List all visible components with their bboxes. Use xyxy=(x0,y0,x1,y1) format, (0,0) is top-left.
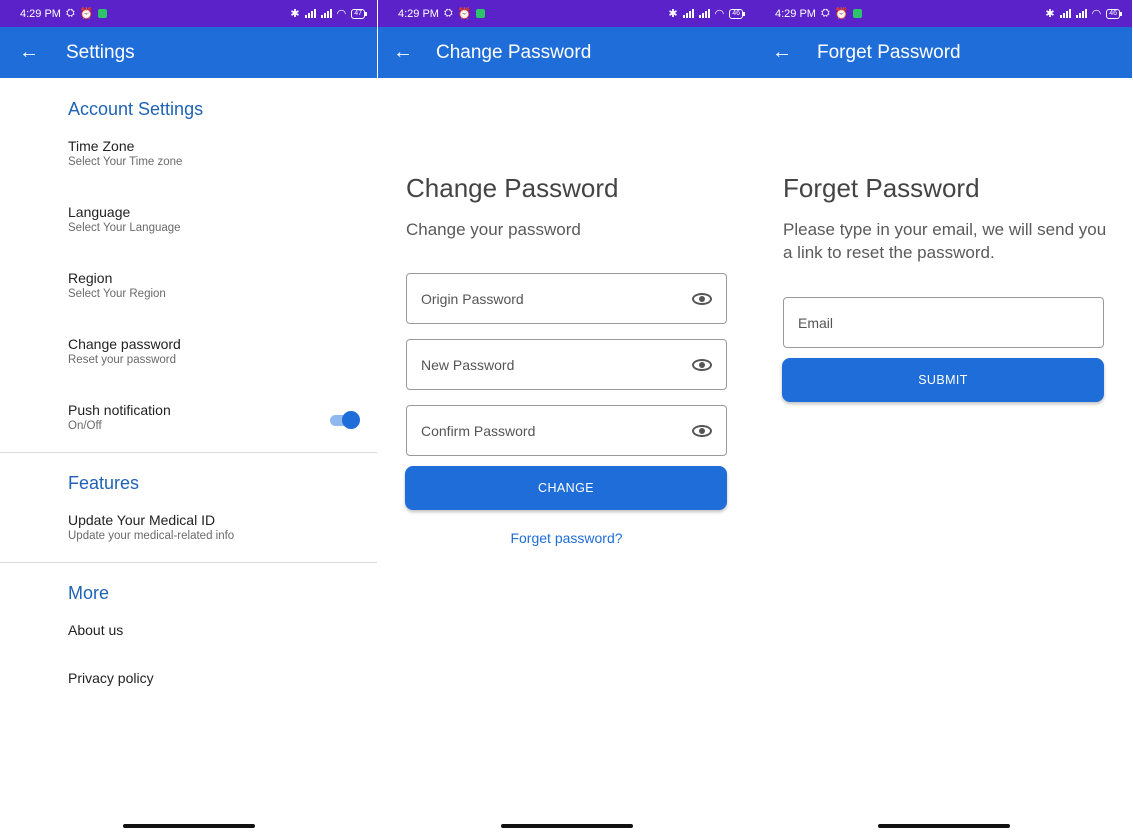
divider xyxy=(0,562,377,563)
arrow-left-icon[interactable]: ← xyxy=(0,41,54,64)
setting-title: Push notification xyxy=(68,402,171,418)
signal-icon xyxy=(304,9,316,18)
eye-icon[interactable] xyxy=(692,358,712,371)
home-indicator[interactable] xyxy=(122,824,255,828)
setting-item-about-us[interactable]: About us xyxy=(68,622,368,638)
eye-icon[interactable] xyxy=(692,424,712,437)
signal-icon xyxy=(1059,9,1071,18)
wifi-icon: ◠ xyxy=(714,8,725,20)
forget-password-link[interactable]: Forget password? xyxy=(378,530,755,546)
change-button[interactable]: CHANGE xyxy=(405,466,727,510)
wifi-icon: ◠ xyxy=(1091,8,1102,20)
setting-subtitle: Select Your Time zone xyxy=(68,156,183,168)
submit-button[interactable]: SUBMIT xyxy=(782,358,1104,402)
form-heading: Forget Password xyxy=(783,173,980,203)
setting-title: Change password xyxy=(68,336,181,352)
status-bar: 4:29 PM ⛭ ⏰ ✱ ◠ 46 xyxy=(755,0,1132,27)
origin-password-field[interactable]: Origin Password xyxy=(406,273,727,324)
field-label: Origin Password xyxy=(421,290,524,307)
setting-item-medical-id[interactable]: Update Your Medical ID Update your medic… xyxy=(68,512,368,542)
arrow-left-icon[interactable]: ← xyxy=(378,41,424,64)
form-description: Please type in your email, we will send … xyxy=(783,220,1107,262)
section-title-more: More xyxy=(68,583,110,603)
setting-subtitle: Select Your Language xyxy=(68,222,181,234)
form-subheading: Change your password xyxy=(406,220,581,239)
battery-icon: 46 xyxy=(729,8,745,19)
bluetooth-icon: ✱ xyxy=(1045,8,1055,20)
setting-title: Time Zone xyxy=(68,138,135,154)
status-time: 4:29 PM xyxy=(20,7,61,20)
setting-item-privacy-policy[interactable]: Privacy policy xyxy=(68,670,368,686)
signal-icon xyxy=(1075,9,1087,18)
sync-icon: ⛭ xyxy=(820,7,830,19)
setting-title: Language xyxy=(68,204,131,220)
battery-icon: 46 xyxy=(1106,8,1122,19)
notification-icon xyxy=(853,9,863,18)
signal-icon xyxy=(682,9,694,18)
arrow-left-icon[interactable]: ← xyxy=(755,41,805,64)
app-bar: ← Change Password xyxy=(378,27,755,78)
setting-title: Update Your Medical ID xyxy=(68,512,216,528)
sync-icon: ⛭ xyxy=(65,7,75,19)
settings-screen: 4:29 PM ⛭ ⏰ ✱ ◠ 47 ← Settings Account Se… xyxy=(0,0,377,832)
forget-password-screen: 4:29 PM ⛭ ⏰ ✱ ◠ 46 ← Forget Password For… xyxy=(755,0,1132,832)
app-bar: ← Settings xyxy=(0,27,377,78)
page-title: Change Password xyxy=(436,41,592,63)
setting-item-change-password[interactable]: Change password Reset your password xyxy=(68,336,368,366)
change-password-screen: 4:29 PM ⛭ ⏰ ✱ ◠ 46 ← Change Password Cha… xyxy=(378,0,755,832)
wifi-icon: ◠ xyxy=(336,8,347,20)
status-time: 4:29 PM xyxy=(398,7,439,20)
alarm-icon: ⏰ xyxy=(834,8,849,20)
form-heading: Change Password xyxy=(406,173,619,203)
alarm-icon: ⏰ xyxy=(457,8,472,20)
notification-icon xyxy=(476,9,486,18)
setting-subtitle: Update your medical-related info xyxy=(68,530,235,542)
status-time: 4:29 PM xyxy=(775,7,816,20)
notification-icon xyxy=(98,9,108,18)
status-bar: 4:29 PM ⛭ ⏰ ✱ ◠ 47 xyxy=(0,0,377,27)
setting-subtitle: On/Off xyxy=(68,420,102,432)
setting-subtitle: Reset your password xyxy=(68,354,177,366)
section-title-account: Account Settings xyxy=(68,99,204,119)
page-title: Forget Password xyxy=(817,41,961,63)
setting-subtitle: Select Your Region xyxy=(68,288,166,300)
section-title-features: Features xyxy=(68,473,140,493)
setting-title: Privacy policy xyxy=(68,670,154,686)
alarm-icon: ⏰ xyxy=(79,8,94,20)
setting-item-push-notification[interactable]: Push notification On/Off xyxy=(68,402,318,432)
field-label: Confirm Password xyxy=(421,422,536,439)
setting-item-time-zone[interactable]: Time Zone Select Your Time zone xyxy=(68,138,368,168)
setting-item-region[interactable]: Region Select Your Region xyxy=(68,270,368,300)
app-bar: ← Forget Password xyxy=(755,27,1132,78)
toggle-thumb xyxy=(342,411,360,429)
signal-icon xyxy=(320,9,332,18)
eye-icon[interactable] xyxy=(692,292,712,305)
setting-title: Region xyxy=(68,270,113,286)
field-label: New Password xyxy=(421,356,515,373)
home-indicator[interactable] xyxy=(877,824,1010,828)
email-field[interactable]: Email xyxy=(783,297,1104,348)
sync-icon: ⛭ xyxy=(443,7,453,19)
bluetooth-icon: ✱ xyxy=(290,8,300,20)
bluetooth-icon: ✱ xyxy=(668,8,678,20)
battery-icon: 47 xyxy=(351,8,367,19)
status-bar: 4:29 PM ⛭ ⏰ ✱ ◠ 46 xyxy=(378,0,755,27)
push-notification-toggle[interactable] xyxy=(330,410,360,430)
setting-title: About us xyxy=(68,622,124,638)
field-label: Email xyxy=(798,314,834,331)
divider xyxy=(0,452,377,453)
confirm-password-field[interactable]: Confirm Password xyxy=(406,405,727,456)
page-title: Settings xyxy=(66,41,135,63)
signal-icon xyxy=(698,9,710,18)
new-password-field[interactable]: New Password xyxy=(406,339,727,390)
setting-item-language[interactable]: Language Select Your Language xyxy=(68,204,368,234)
home-indicator[interactable] xyxy=(500,824,633,828)
